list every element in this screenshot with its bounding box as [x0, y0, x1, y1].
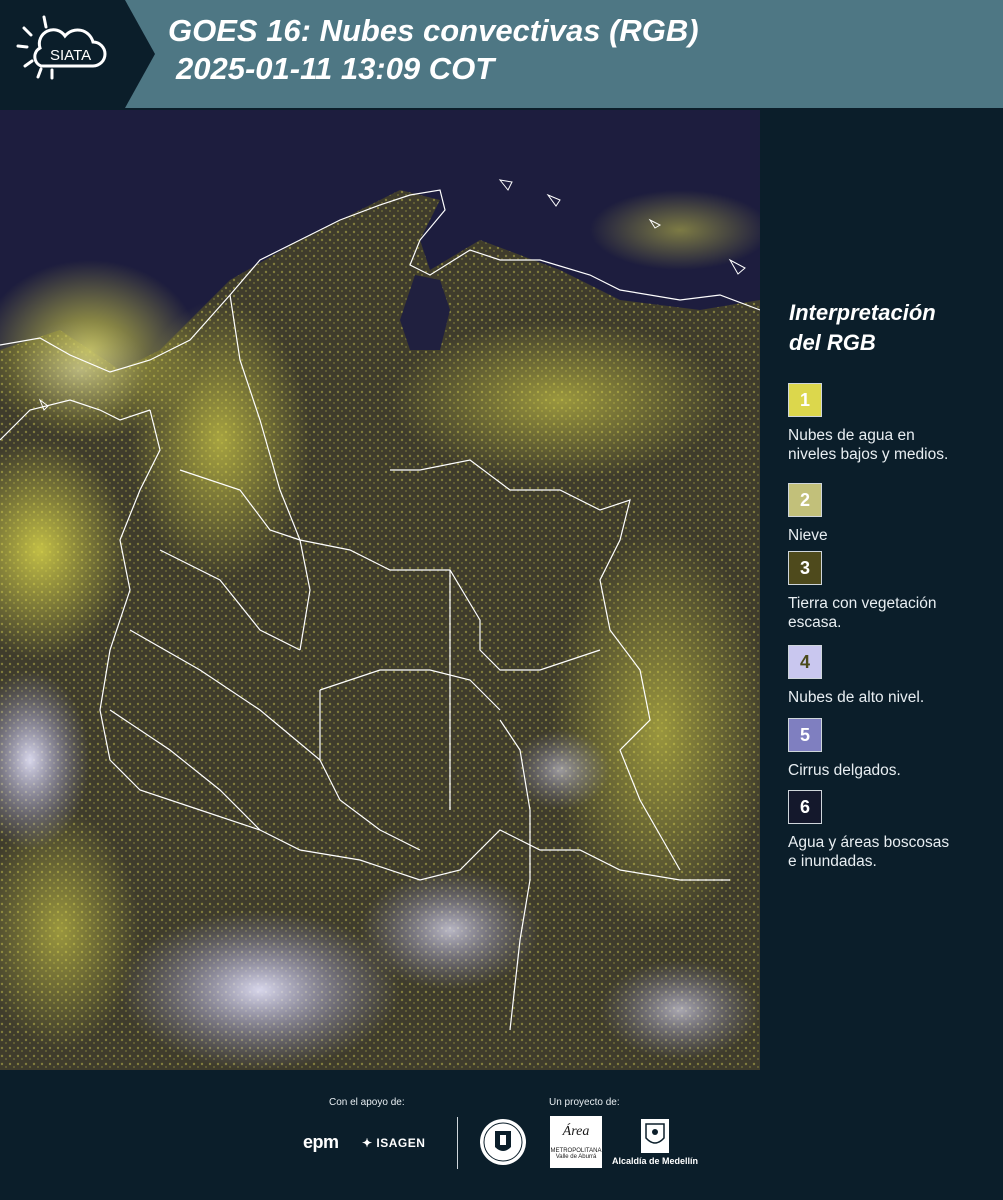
isagen-text: ISAGEN [376, 1136, 426, 1150]
legend-swatch: 4 [788, 645, 822, 679]
legend-label-line2: escasa. [788, 614, 842, 631]
legend-label: Cirrus delgados. [788, 761, 988, 780]
legend-label: Nieve [788, 526, 988, 545]
legend-title-line2: del RGB [789, 330, 876, 355]
legend-label-line1: Agua y áreas boscosas [788, 834, 950, 851]
legend-item: 2 Nieve [788, 483, 988, 545]
legend-label: Nubes de alto nivel. [788, 688, 988, 707]
area-logo-subtext: METROPOLITANA Valle de Aburrá [550, 1148, 602, 1160]
legend-label-line2: e inundadas. [788, 853, 877, 870]
page-title: GOES 16: Nubes convectivas (RGB) 2025-01… [168, 12, 699, 88]
header-bar: SIATA GOES 16: Nubes convectivas (RGB) 2… [0, 0, 1003, 108]
satellite-map [0, 110, 760, 1070]
legend-swatch: 6 [788, 790, 822, 824]
legend-label-line1: Cirrus delgados. [788, 762, 901, 779]
title-product: GOES 16: Nubes convectivas (RGB) [168, 13, 699, 48]
legend-swatch: 3 [788, 551, 822, 585]
legend-label: Agua y áreas boscosas e inundadas. [788, 833, 988, 871]
legend-swatch: 2 [788, 483, 822, 517]
legend-label-line1: Tierra con vegetación [788, 595, 937, 612]
alcaldia-shield-icon [640, 1118, 670, 1159]
footer: Con el apoyo de: Un proyecto de: epm ✦ I… [0, 1070, 1003, 1200]
alcaldia-label: Alcaldía de Medellín [612, 1156, 699, 1166]
area-metropolitana-logo: Área METROPOLITANA Valle de Aburrá [550, 1116, 602, 1168]
medellin-seal-icon [478, 1117, 528, 1172]
legend-label-line1: Nieve [788, 527, 828, 544]
legend-label-line2: niveles bajos y medios. [788, 446, 949, 463]
legend-item: 3 Tierra con vegetación escasa. [788, 551, 988, 632]
isagen-logo: ✦ ISAGEN [362, 1136, 425, 1150]
legend-title: Interpretación del RGB [789, 298, 995, 358]
legend-title-line1: Interpretación [789, 300, 936, 325]
siata-logo-text: SIATA [50, 47, 91, 64]
legend-item: 4 Nubes de alto nivel. [788, 645, 988, 707]
isagen-icon: ✦ [362, 1136, 373, 1150]
rgb-legend: Interpretación del RGB 1 Nubes de agua en… [775, 298, 995, 870]
legend-swatch: 1 [788, 383, 822, 417]
legend-item: 6 Agua y áreas boscosas e inundadas. [788, 790, 988, 871]
epm-logo: epm [303, 1132, 339, 1152]
legend-label: Nubes de agua en niveles bajos y medios. [788, 426, 988, 464]
legend-label-line1: Nubes de agua en [788, 427, 915, 444]
support-label: Con el apoyo de: [329, 1097, 405, 1108]
siata-logo: SIATA [0, 0, 155, 108]
area-logo-text: Área [562, 1124, 590, 1139]
legend-item: 1 Nubes de agua en niveles bajos y medios. [788, 383, 988, 464]
footer-divider [457, 1117, 458, 1169]
title-datetime: 2025-01-11 13:09 COT [176, 51, 495, 86]
legend-swatch: 5 [788, 718, 822, 752]
legend-label-line1: Nubes de alto nivel. [788, 689, 925, 706]
project-label: Un proyecto de: [549, 1097, 620, 1108]
legend-label: Tierra con vegetación escasa. [788, 594, 988, 632]
legend-item: 5 Cirrus delgados. [788, 718, 988, 780]
